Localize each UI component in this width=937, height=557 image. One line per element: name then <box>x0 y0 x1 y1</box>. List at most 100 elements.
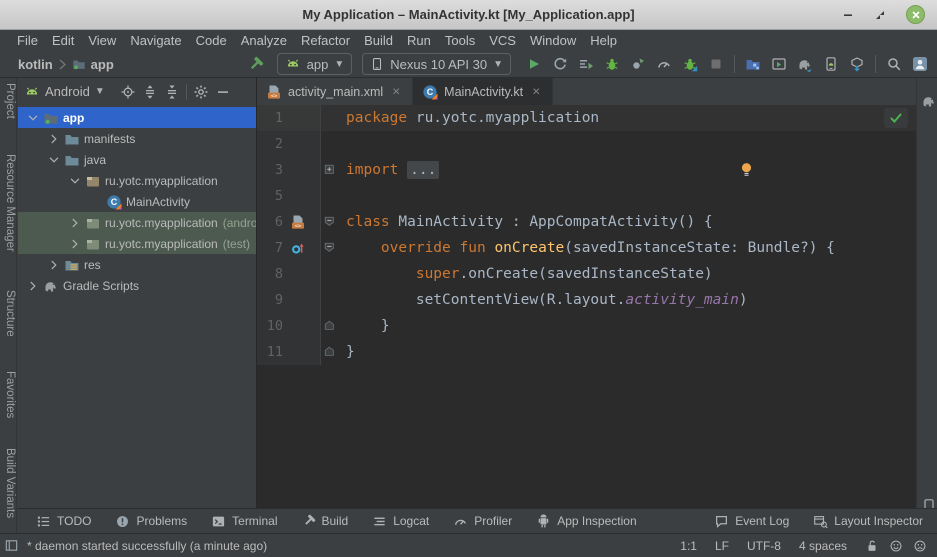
code-line-3[interactable]: 3import ... <box>257 157 916 183</box>
menu-vcs[interactable]: VCS <box>482 33 523 48</box>
menu-file[interactable]: File <box>10 33 45 48</box>
tool-strip-gradle[interactable]: Gradle <box>917 84 937 119</box>
run-tests-icon[interactable] <box>677 52 703 76</box>
chevron-down-icon[interactable] <box>45 153 62 167</box>
code-line-9[interactable]: 9 setContentView(R.layout.activity_main) <box>257 287 916 313</box>
toolwindow-build[interactable]: Build <box>302 514 349 528</box>
project-view-select[interactable]: Android ▼ <box>24 84 105 100</box>
override-icon[interactable] <box>283 240 313 256</box>
toolwindow-problems[interactable]: Problems <box>115 514 187 529</box>
tab-activity-main-xml[interactable]: <>activity_main.xml <box>257 78 413 105</box>
code-line-10[interactable]: 10 } <box>257 313 916 339</box>
caret-position[interactable]: 1:1 <box>680 539 697 553</box>
encoding[interactable]: UTF-8 <box>747 539 781 553</box>
search-icon[interactable] <box>881 52 907 76</box>
tool-strip-structure[interactable]: Structure <box>0 290 16 337</box>
chevron-down-icon[interactable] <box>24 111 41 125</box>
toolwindow-terminal[interactable]: Terminal <box>211 514 277 529</box>
menu-analyze[interactable]: Analyze <box>234 33 294 48</box>
menu-tools[interactable]: Tools <box>438 33 482 48</box>
code-editor[interactable]: 1package ru.yotc.myapplication23import .… <box>257 105 916 508</box>
avatar-icon[interactable] <box>907 52 933 76</box>
code-line-6[interactable]: 6<>class MainActivity : AppCompatActivit… <box>257 209 916 235</box>
toolwindow-app-inspection[interactable]: App Inspection <box>536 514 636 529</box>
window-toggle-icon[interactable] <box>4 538 19 553</box>
attach-debugger-icon[interactable] <box>625 52 651 76</box>
stop-icon[interactable] <box>703 52 729 76</box>
chevron-down-icon[interactable] <box>66 174 83 188</box>
menu-navigate[interactable]: Navigate <box>123 33 188 48</box>
code-line-11[interactable]: 11} <box>257 339 916 365</box>
menu-edit[interactable]: Edit <box>45 33 81 48</box>
profiler-icon[interactable] <box>651 52 677 76</box>
close-tab-icon[interactable] <box>531 86 543 98</box>
run-configuration-select[interactable]: app ▼ <box>277 53 353 75</box>
line-ending[interactable]: LF <box>715 539 729 553</box>
tool-strip-resource-manager[interactable]: Resource Manager <box>0 154 16 252</box>
fold-end-icon[interactable] <box>321 313 339 339</box>
menu-refactor[interactable]: Refactor <box>294 33 357 48</box>
collapse-all-icon[interactable] <box>161 81 183 103</box>
avd-manager-icon[interactable] <box>818 52 844 76</box>
tool-strip-project[interactable]: Project <box>0 83 16 119</box>
fold-plus-icon[interactable] <box>321 157 339 183</box>
menu-build[interactable]: Build <box>357 33 400 48</box>
close-icon[interactable] <box>906 5 925 24</box>
code-line-5[interactable]: 5 <box>257 183 916 209</box>
menu-code[interactable]: Code <box>189 33 234 48</box>
expand-all-icon[interactable] <box>139 81 161 103</box>
hide-icon[interactable] <box>212 81 234 103</box>
inspections-widget[interactable] <box>884 108 908 128</box>
chevron-right-icon[interactable] <box>45 132 62 146</box>
menu-view[interactable]: View <box>81 33 123 48</box>
build-hammer-icon[interactable] <box>243 52 269 76</box>
code-line-1[interactable]: 1package ru.yotc.myapplication <box>257 105 916 131</box>
apply-changes-icon[interactable] <box>547 52 573 76</box>
tree-row-res[interactable]: res <box>18 254 256 275</box>
menu-window[interactable]: Window <box>523 33 583 48</box>
tree-row-app[interactable]: app <box>18 107 256 128</box>
indent-setting[interactable]: 4 spaces <box>799 539 847 553</box>
breadcrumb-project[interactable]: kotlin <box>18 57 53 72</box>
tree-row-java[interactable]: java <box>18 149 256 170</box>
chevron-right-icon[interactable] <box>66 237 83 251</box>
tab-mainactivity-kt[interactable]: CMainActivity.kt <box>413 78 553 105</box>
restore-icon[interactable] <box>874 9 886 21</box>
toolwindow-logcat[interactable]: Logcat <box>372 514 429 529</box>
breadcrumb-module[interactable]: app <box>91 57 114 72</box>
menu-help[interactable]: Help <box>583 33 624 48</box>
code-line-8[interactable]: 8 super.onCreate(savedInstanceState) <box>257 261 916 287</box>
device-select[interactable]: Nexus 10 API 30 ▼ <box>362 53 511 75</box>
tree-row-ru-yotc-myapplication[interactable]: ru.yotc.myapplication(test) <box>18 233 256 254</box>
device-explorer-icon[interactable] <box>740 52 766 76</box>
fold-end-icon[interactable] <box>321 339 339 365</box>
debug-icon[interactable] <box>599 52 625 76</box>
run-icon[interactable] <box>521 52 547 76</box>
settings-icon[interactable] <box>190 81 212 103</box>
chevron-right-icon[interactable] <box>45 258 62 272</box>
sdk-manager-icon[interactable] <box>844 52 870 76</box>
gradle-sync-icon[interactable] <box>792 52 818 76</box>
tree-row-mainactivity[interactable]: CMainActivity <box>18 191 256 212</box>
tool-strip-build-variants[interactable]: Build Variants <box>0 448 16 518</box>
logcat-window-icon[interactable] <box>766 52 792 76</box>
fold-minus-icon[interactable] <box>321 209 339 235</box>
tree-row-manifests[interactable]: manifests <box>18 128 256 149</box>
locate-icon[interactable] <box>117 81 139 103</box>
code-line-7[interactable]: 7 override fun onCreate(savedInstanceSta… <box>257 235 916 261</box>
fold-minus-icon[interactable] <box>321 235 339 261</box>
close-tab-icon[interactable] <box>391 86 403 98</box>
chevron-right-icon[interactable] <box>24 279 41 293</box>
code-line-2[interactable]: 2 <box>257 131 916 157</box>
tree-row-ru-yotc-myapplication[interactable]: ru.yotc.myapplication <box>18 170 256 191</box>
toolwindow-todo[interactable]: TODO <box>36 514 91 529</box>
toolwindow-profiler[interactable]: Profiler <box>453 514 512 529</box>
tree-row-ru-yotc-myapplication[interactable]: ru.yotc.myapplication(androidTest) <box>18 212 256 233</box>
tree-row-gradle-scripts[interactable]: Gradle Scripts <box>18 275 256 296</box>
apply-code-changes-icon[interactable] <box>573 52 599 76</box>
highlight-smile-icon[interactable] <box>889 539 903 553</box>
tool-strip-favorites[interactable]: Favorites <box>0 371 16 418</box>
toolwindow-event-log[interactable]: Event Log <box>714 514 789 529</box>
status-message[interactable]: * daemon started successfully (a minute … <box>27 539 267 553</box>
lock-icon[interactable] <box>865 539 879 553</box>
